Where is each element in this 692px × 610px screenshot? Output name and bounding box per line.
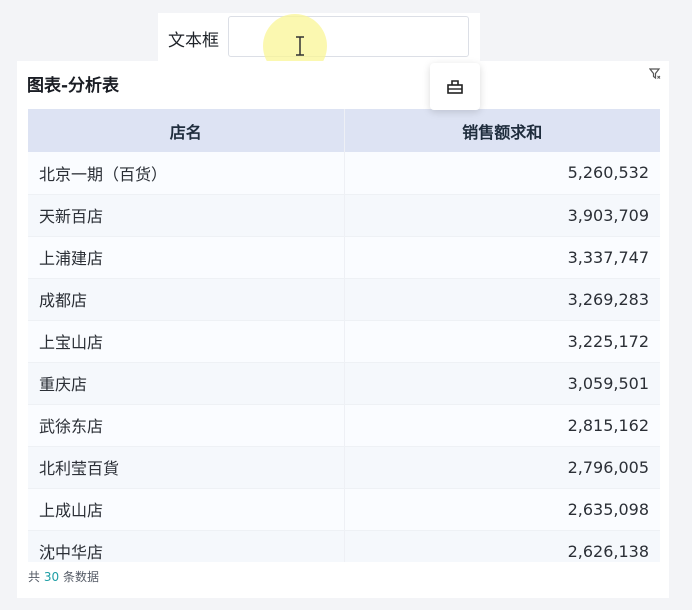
store-name-cell: 上成山店 (28, 488, 345, 531)
data-table: 店名 销售额求和 北京一期（百货） 5,260,532 天新百店 3,903,709 上… (28, 109, 660, 562)
table-row[interactable]: 北利莹百貨 2,796,005 (28, 446, 660, 489)
table-row[interactable]: 上成山店 2,635,098 (28, 488, 660, 531)
filter-label: 文本框 (168, 31, 219, 51)
table-row[interactable]: 上浦建店 3,337,747 (28, 236, 660, 279)
panel-toolbar-popup[interactable] (430, 63, 480, 110)
text-cursor-icon (296, 36, 304, 56)
store-name-cell: 北京一期（百货） (28, 152, 345, 195)
funnel-icon[interactable] (649, 68, 661, 80)
table-row[interactable]: 成都店 3,269,283 (28, 278, 660, 321)
row-count: 30 (43, 570, 60, 584)
table-row[interactable]: 沈中华店 2,626,138 (28, 530, 660, 562)
sales-sum-cell: 2,815,162 (344, 404, 660, 447)
sales-sum-cell: 3,269,283 (344, 278, 660, 321)
toolbar-icon[interactable] (445, 77, 465, 97)
sales-sum-cell: 2,635,098 (344, 488, 660, 531)
sales-sum-cell: 5,260,532 (344, 152, 660, 195)
table-row[interactable]: 天新百店 3,903,709 (28, 194, 660, 237)
sales-sum-cell: 2,626,138 (344, 530, 660, 562)
store-name-cell: 北利莹百貨 (28, 446, 345, 489)
store-name-cell: 天新百店 (28, 194, 345, 237)
sales-sum-cell: 2,796,005 (344, 446, 660, 489)
table-row[interactable]: 北京一期（百货） 5,260,532 (28, 152, 660, 195)
column-header-sales-sum[interactable]: 销售额求和 (344, 109, 660, 152)
panel-title: 图表-分析表 (27, 76, 120, 96)
store-name-cell: 沈中华店 (28, 530, 345, 562)
table-row[interactable]: 上宝山店 3,225,172 (28, 320, 660, 363)
table-row[interactable]: 武徐东店 2,815,162 (28, 404, 660, 447)
sales-sum-cell: 3,059,501 (344, 362, 660, 405)
table-row[interactable]: 重庆店 3,059,501 (28, 362, 660, 405)
footer-prefix: 共 (28, 570, 41, 584)
store-name-cell: 武徐东店 (28, 404, 345, 447)
sales-sum-cell: 3,903,709 (344, 194, 660, 237)
store-name-cell: 重庆店 (28, 362, 345, 405)
sales-sum-cell: 3,225,172 (344, 320, 660, 363)
store-name-cell: 上浦建店 (28, 236, 345, 279)
store-name-cell: 上宝山店 (28, 320, 345, 363)
footer-suffix: 条数据 (62, 570, 99, 584)
table-footer: 共 30 条数据 (28, 568, 99, 585)
sales-sum-cell: 3,337,747 (344, 236, 660, 279)
column-header-store-name[interactable]: 店名 (28, 109, 345, 152)
store-name-cell: 成都店 (28, 278, 345, 321)
